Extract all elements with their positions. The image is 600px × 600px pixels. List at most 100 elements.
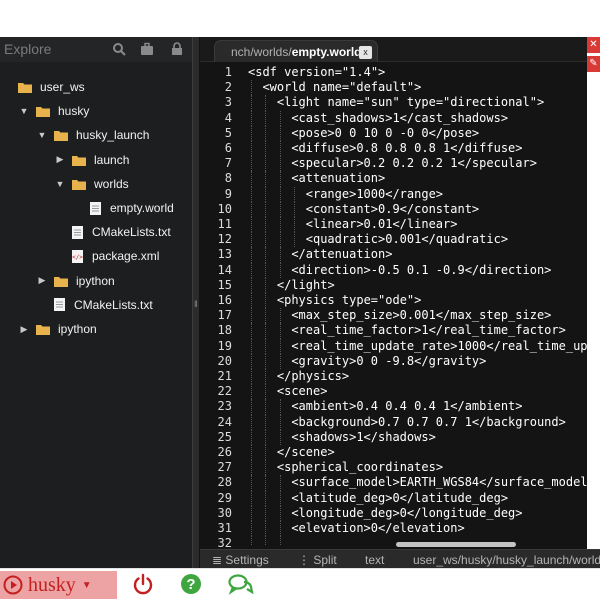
tree-item[interactable]: CMakeLists.txt [54,222,171,242]
code-line[interactable]: <real_time_factor>1</real_time_factor> [291,323,566,338]
code-line[interactable]: </physics> [277,369,349,384]
code-line[interactable]: <linear>0.01</linear> [306,217,458,232]
code-line[interactable]: <specular>0.2 0.2 0.2 1</specular> [291,156,537,171]
chevron-right-icon[interactable]: ▶ [54,154,66,165]
tree-item[interactable]: CMakeLists.txt [36,295,153,315]
code-line[interactable]: <cast_shadows>1</cast_shadows> [291,111,508,126]
indent-guide [265,323,267,339]
code-line[interactable]: <elevation>0</elevation> [291,521,464,536]
indent-guide [265,277,267,293]
code-line[interactable]: <background>0.7 0.7 0.7 1</background> [291,415,566,430]
mode-indicator[interactable]: text [365,553,384,567]
line-number: 6 [224,141,232,155]
code-line[interactable]: </attenuation> [291,247,392,262]
top-strip [0,0,600,37]
line-number: 22 [217,384,232,399]
tree-item[interactable]: ▶ launch [54,150,130,170]
line-number: 12 [217,232,232,247]
tree-item[interactable]: ▶ ipython [36,271,115,291]
code-line[interactable]: <scene> [277,384,328,399]
play-icon[interactable] [3,575,23,595]
indent-guide [279,536,281,545]
indent-guide [251,156,252,172]
tree-item[interactable]: user_ws [0,77,85,97]
code-line[interactable]: <real_time_update_rate>1000</real_time_u… [291,339,587,354]
indent-guide [251,141,252,157]
project-run-button[interactable]: husky ▼ [0,571,117,599]
code-line[interactable]: <max_step_size>0.001</max_step_size> [291,308,551,323]
code-line[interactable]: <ambient>0.4 0.4 0.4 1</ambient> [291,399,522,414]
code-line[interactable]: <world name="default"> [262,80,421,95]
lock-icon[interactable] [170,42,184,56]
settings-button[interactable]: ≣ Settings [212,553,269,567]
code-line[interactable]: <longitude_deg>0</longitude_deg> [291,506,522,521]
tab-bar: nch/worlds/empty.world x [200,37,587,62]
horizontal-scrollbar[interactable] [396,542,516,547]
chevron-down-icon[interactable]: ▼ [18,106,30,116]
code-content[interactable]: <sdf version="1.4"> <world name="default"… [248,65,587,545]
file-explorer-sidebar: Explore user_ws ▼ husky ▼ husky_launch ▶ launc… [0,37,192,568]
tab-file-name: empty.world [291,44,362,59]
code-line[interactable]: <attenuation> [291,171,385,186]
line-number: 26 [217,445,232,459]
line-number: 18 [217,323,232,338]
folder-icon [36,107,50,118]
chevron-down-icon[interactable]: ▼ [36,130,48,140]
tree-item-label: worlds [94,176,129,191]
code-line[interactable]: <direction>-0.5 0.1 -0.9</direction> [291,263,551,278]
indent-guide [251,521,252,537]
tree-item[interactable]: </> package.xml [54,246,159,266]
code-line[interactable]: <physics type="ode"> [277,293,422,308]
tree-item[interactable]: ▼ worlds [54,174,129,194]
indent-guide [265,536,267,545]
code-line[interactable]: <range>1000</range> [306,187,443,202]
tree-item[interactable]: ▶ ipython [18,319,97,339]
tree-item[interactable]: empty.world [72,198,174,218]
file-icon [90,201,101,215]
tree-item-label: ipython [58,322,97,336]
edit-icon[interactable]: ✎ [587,56,600,72]
chevron-right-icon[interactable]: ▶ [36,275,48,286]
tree-item-label: husky [58,104,90,119]
code-line[interactable]: <quadratic>0.001</quadratic> [306,232,508,247]
code-line[interactable]: <sdf version="1.4"> [248,65,385,80]
line-number: 32 [217,536,232,549]
code-line[interactable]: <pose>0 0 10 0 -0 0</pose> [291,126,479,141]
splitter-grip-icon[interactable]: ‖ [194,299,198,309]
indent-guide [265,125,267,141]
indent-guide [265,460,267,476]
indent-guide [279,353,281,369]
tab-close-icon[interactable]: x [359,46,372,59]
chevron-down-icon[interactable]: ▼ [82,580,92,591]
close-icon[interactable]: ✕ [587,37,600,53]
code-editor[interactable]: nch/worlds/empty.world x 1 2 3 4 5 6 7 8 9 10 11 12… [200,37,587,549]
briefcase-icon[interactable] [140,42,154,56]
code-line[interactable]: </light> [277,278,335,293]
chevron-down-icon[interactable]: ▼ [54,179,66,189]
indent-guide [251,353,252,369]
tree-item[interactable]: ▼ husky_launch [36,125,150,145]
tree-item[interactable]: ▼ husky [18,101,90,121]
chat-icon[interactable] [228,573,254,595]
indent-guide [265,308,267,324]
help-icon[interactable]: ? [180,573,202,595]
split-button[interactable]: ⋮ Split [298,553,337,567]
search-icon[interactable] [112,42,126,56]
code-line[interactable]: <gravity>0 0 -9.8</gravity> [291,354,486,369]
line-number: 14 [217,262,232,277]
code-line[interactable]: <latitude_deg>0</latitude_deg> [291,491,508,506]
code-line[interactable]: <shadows>1</shadows> [291,430,436,445]
power-icon[interactable] [132,573,154,595]
indent-guide [265,445,267,461]
line-number: 23 [217,399,232,414]
code-line[interactable]: <constant>0.9</constant> [306,202,479,217]
code-line[interactable]: <diffuse>0.8 0.8 0.8 1</diffuse> [291,141,522,156]
code-line[interactable]: <surface_model>EARTH_WGS84</surface_mode… [291,475,587,490]
code-line[interactable]: </scene> [277,445,335,460]
tab-empty-world[interactable]: nch/worlds/empty.world x [214,40,378,62]
code-line[interactable]: <light name="sun" type="directional"> [277,95,544,110]
sidebar-splitter[interactable]: ‖ [192,37,200,568]
line-number: 25 [217,429,232,444]
code-line[interactable]: <spherical_coordinates> [277,460,443,475]
chevron-right-icon[interactable]: ▶ [18,324,30,335]
